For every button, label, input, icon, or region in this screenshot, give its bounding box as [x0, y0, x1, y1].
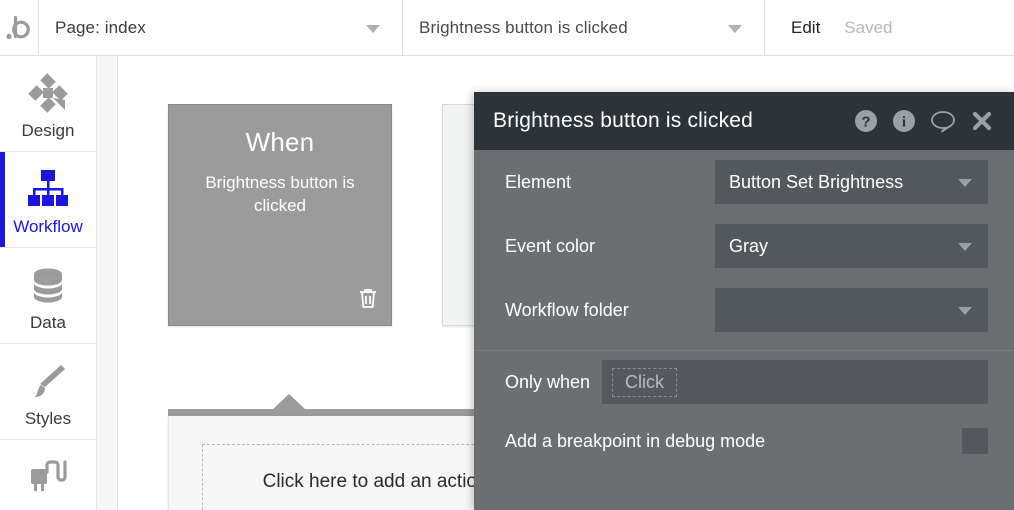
chevron-down-icon — [958, 307, 972, 315]
field-row-event-color: Event color Gray — [474, 214, 1014, 278]
field-row-element: Element Button Set Brightness — [474, 150, 1014, 214]
sidebar-item-label: Design — [21, 121, 75, 140]
event-selector-label: Brightness button is clicked — [419, 17, 628, 37]
help-icon[interactable]: ? — [854, 109, 878, 133]
paintbrush-icon — [25, 356, 71, 406]
breakpoint-checkbox[interactable] — [962, 428, 988, 454]
page-selector-label: Page: index — [55, 17, 146, 37]
plugin-plug-icon — [25, 452, 71, 502]
element-dropdown-value: Button Set Brightness — [729, 171, 904, 192]
only-when-row: Only when Click — [474, 351, 1014, 413]
only-when-label: Only when — [505, 371, 591, 392]
sidebar-item-data[interactable]: Data — [0, 248, 96, 344]
field-label: Event color — [505, 235, 596, 256]
add-action-label: Click here to add an action... — [262, 471, 504, 492]
chevron-down-icon — [728, 24, 742, 33]
workflow-folder-dropdown[interactable] — [715, 288, 988, 332]
sidebar-item-label: Styles — [24, 409, 72, 428]
event-card-subtitle: Brightness button is clicked — [205, 173, 355, 215]
sidebar-item-plugins[interactable] — [0, 440, 96, 510]
event-color-dropdown-value: Gray — [729, 235, 769, 256]
sidebar-item-workflow[interactable]: Workflow — [0, 152, 96, 248]
only-when-input[interactable]: Click — [602, 360, 988, 404]
sidebar-item-label: Workflow — [13, 217, 83, 236]
app-root: Page: index Brightness button is clicked… — [0, 0, 1014, 510]
bubble-logo-glyph — [6, 15, 30, 39]
top-bar: Page: index Brightness button is clicked… — [0, 0, 1014, 56]
event-properties-panel: Brightness button is clicked ? i Element… — [474, 92, 1014, 510]
panel-title: Brightness button is clicked — [493, 109, 754, 132]
breakpoint-row: Add a breakpoint in debug mode — [474, 413, 1014, 469]
design-tools-icon — [25, 68, 71, 118]
chevron-down-icon — [366, 24, 380, 33]
sidebar-item-design[interactable]: Design — [0, 56, 96, 152]
event-card-title: When — [245, 127, 315, 157]
field-label: Workflow folder — [505, 299, 629, 320]
event-selector[interactable]: Brightness button is clicked — [403, 0, 765, 55]
svg-text:?: ? — [861, 114, 870, 131]
database-icon — [26, 260, 70, 310]
canvas-gutter — [97, 56, 118, 510]
saved-status: Saved — [844, 17, 893, 37]
event-color-dropdown[interactable]: Gray — [715, 224, 988, 268]
panel-header: Brightness button is clicked ? i — [474, 92, 1014, 150]
left-sidebar: Design Workflow Data Styles — [0, 56, 97, 510]
comment-icon[interactable] — [930, 109, 956, 133]
action-panel-pointer — [272, 394, 306, 410]
page-selector[interactable]: Page: index — [39, 0, 403, 55]
element-dropdown[interactable]: Button Set Brightness — [715, 160, 988, 204]
breakpoint-label: Add a breakpoint in debug mode — [505, 430, 766, 451]
sidebar-item-label: Data — [30, 313, 66, 332]
panel-body: Element Button Set Brightness Event colo… — [474, 150, 1014, 469]
svg-text:i: i — [902, 115, 906, 131]
top-actions: Edit Saved — [765, 0, 893, 55]
edit-button[interactable]: Edit — [791, 18, 820, 38]
panel-header-icons: ? i — [854, 109, 994, 133]
trash-icon[interactable] — [357, 286, 379, 315]
chevron-down-icon — [958, 243, 972, 251]
info-icon[interactable]: i — [892, 109, 916, 133]
bubble-logo-icon[interactable] — [0, 0, 39, 55]
close-icon[interactable] — [970, 109, 994, 133]
workflow-event-card[interactable]: When Brightness button is clicked — [168, 104, 392, 326]
sidebar-item-styles[interactable]: Styles — [0, 344, 96, 440]
workflow-hierarchy-icon — [25, 164, 71, 214]
field-label: Element — [505, 171, 572, 192]
field-row-workflow-folder: Workflow folder — [474, 278, 1014, 342]
chevron-down-icon — [958, 179, 972, 187]
only-when-placeholder[interactable]: Click — [612, 367, 678, 397]
